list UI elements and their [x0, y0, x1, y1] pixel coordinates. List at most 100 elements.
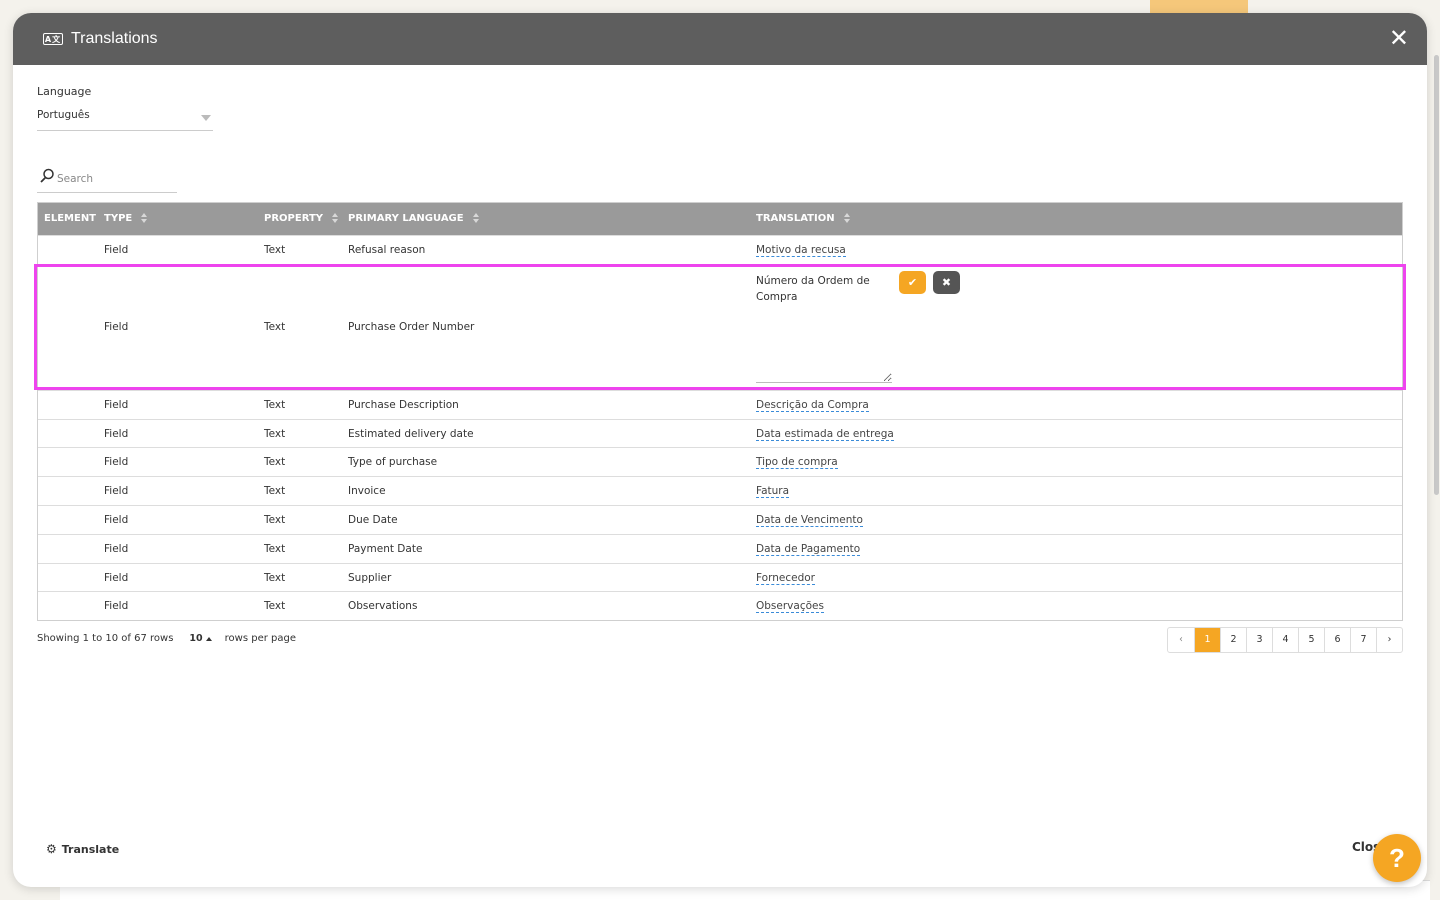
cell-type: Field: [104, 456, 129, 469]
translation-link[interactable]: Observações: [756, 600, 824, 614]
translation-link[interactable]: Tipo de compra: [756, 456, 838, 470]
cell-property: Text: [264, 244, 286, 256]
cell-property: Text: [264, 398, 286, 411]
translate-button[interactable]: ⚙ Translate: [46, 842, 119, 856]
translations-table: ELEMENT TYPE PROPERTY PRIMARY LANGUAGE T…: [34, 202, 1406, 622]
table-header: ELEMENT TYPE PROPERTY PRIMARY LANGUAGE T…: [38, 203, 1402, 235]
background-accent: [1150, 0, 1248, 14]
cell-property: Text: [264, 485, 286, 498]
sort-icon: [141, 213, 148, 223]
cell-property: Text: [264, 542, 286, 555]
language-select-value: Português: [37, 109, 90, 121]
cell-type: Field: [104, 320, 129, 333]
search-box: [37, 167, 177, 193]
header-property-label: PROPERTY: [264, 213, 324, 224]
cell-property: Text: [264, 427, 286, 440]
sort-icon: [332, 213, 339, 223]
table-row: Field Text Type of purchase Tipo de comp…: [38, 447, 1402, 476]
cell-primary: Purchase Order Number: [348, 320, 475, 333]
header-element[interactable]: ELEMENT: [44, 203, 96, 235]
translations-modal: A文 Translations ✕ Language Português ELE…: [13, 13, 1427, 887]
cell-type: Field: [104, 571, 129, 584]
header-element-label: ELEMENT: [44, 213, 97, 224]
showing-rows-text: Showing 1 to 10 of 67 rows: [37, 633, 174, 644]
sort-icon: [843, 213, 851, 223]
help-button[interactable]: ?: [1373, 834, 1421, 882]
pagination-page[interactable]: 5: [1298, 628, 1324, 652]
chevron-down-icon: [201, 115, 211, 121]
cell-type: Field: [104, 427, 129, 440]
cell-primary: Due Date: [348, 513, 398, 526]
rows-per-page-label: rows per page: [224, 633, 296, 644]
translation-link[interactable]: Motivo da recusa: [756, 244, 846, 257]
cell-property: Text: [264, 513, 286, 526]
search-input[interactable]: [57, 173, 175, 185]
close-icon[interactable]: ✕: [1389, 26, 1409, 50]
translation-link[interactable]: Data de Pagamento: [756, 542, 861, 556]
pagination-page[interactable]: 1: [1194, 628, 1220, 652]
cell-type: Field: [104, 542, 129, 555]
table-row: Field Text Payment Date Data de Pagament…: [38, 533, 1402, 563]
header-translation-label: TRANSLATION: [756, 213, 835, 224]
header-primary-language[interactable]: PRIMARY LANGUAGE: [348, 203, 480, 235]
cell-type: Field: [104, 513, 129, 526]
gear-icon: ⚙: [46, 842, 57, 856]
pagination-page[interactable]: 6: [1324, 628, 1350, 652]
table-row: Field Text Estimated delivery date Data …: [38, 418, 1402, 448]
header-type[interactable]: TYPE: [104, 203, 148, 235]
rows-per-page-value: 10: [189, 633, 203, 644]
pagination: ‹ 1 2 3 4 5 6 7 ›: [1167, 627, 1403, 653]
cell-primary: Supplier: [348, 571, 392, 584]
cell-primary: Refusal reason: [348, 244, 426, 256]
pagination-prev[interactable]: ‹: [1168, 628, 1194, 652]
cell-primary: Observations: [348, 600, 418, 613]
table-row: Field Text Due Date Data de Vencimento: [38, 504, 1402, 534]
cell-primary: Estimated delivery date: [348, 427, 474, 440]
search-icon: [40, 168, 54, 183]
pagination-next[interactable]: ›: [1376, 628, 1402, 652]
translation-edit-textarea[interactable]: Número da Ordem de Compra: [756, 272, 892, 383]
cell-property: Text: [264, 456, 286, 469]
cell-property: Text: [264, 600, 286, 613]
pagination-info: Showing 1 to 10 of 67 rows 10 rows per p…: [37, 633, 296, 644]
modal-title: Translations: [71, 30, 158, 47]
table-row-editing: Field Text Purchase Order Number Número …: [34, 263, 1406, 390]
pagination-page[interactable]: 2: [1220, 628, 1246, 652]
caret-up-icon: [205, 636, 212, 641]
translation-link[interactable]: Data estimada de entrega: [756, 427, 894, 441]
rows-per-page-select[interactable]: 10: [189, 633, 212, 644]
cell-primary: Purchase Description: [348, 398, 459, 411]
table-row: Field Text Purchase Description Descriçã…: [38, 389, 1402, 419]
header-type-label: TYPE: [104, 213, 133, 224]
translate-icon: A文: [43, 33, 63, 45]
cell-type: Field: [104, 244, 129, 256]
translation-link[interactable]: Fornecedor: [756, 571, 815, 585]
pagination-page[interactable]: 4: [1272, 628, 1298, 652]
pagination-page[interactable]: 7: [1350, 628, 1376, 652]
pagination-page[interactable]: 3: [1246, 628, 1272, 652]
cell-property: Text: [264, 320, 286, 333]
header-translation[interactable]: TRANSLATION: [756, 203, 851, 235]
language-select[interactable]: Português: [37, 109, 213, 131]
table-row: Field Text Supplier Fornecedor: [38, 562, 1402, 592]
table-row: Field Text Invoice Fatura: [38, 476, 1402, 505]
translation-link[interactable]: Fatura: [756, 485, 790, 499]
translation-link[interactable]: Data de Vencimento: [756, 513, 863, 527]
cell-type: Field: [104, 600, 129, 613]
cancel-edit-button[interactable]: ✖: [933, 270, 960, 294]
page-scrollbar[interactable]: [1434, 55, 1439, 495]
confirm-edit-button[interactable]: ✔: [899, 270, 926, 294]
modal-header: A文 Translations ✕: [13, 13, 1427, 65]
sort-icon: [472, 213, 480, 223]
translate-button-label: Translate: [61, 842, 120, 856]
cell-primary: Type of purchase: [348, 456, 438, 469]
language-label: Language: [37, 85, 92, 98]
translation-link[interactable]: Descrição da Compra: [756, 398, 869, 412]
cell-property: Text: [264, 571, 286, 584]
cell-type: Field: [104, 398, 129, 411]
table-row: Field Text Refusal reason Motivo da recu…: [38, 235, 1402, 264]
cell-primary: Invoice: [348, 485, 386, 498]
header-primary-label: PRIMARY LANGUAGE: [348, 213, 464, 224]
table-row: Field Text Observations Observações: [38, 591, 1402, 620]
header-property[interactable]: PROPERTY: [264, 203, 339, 235]
